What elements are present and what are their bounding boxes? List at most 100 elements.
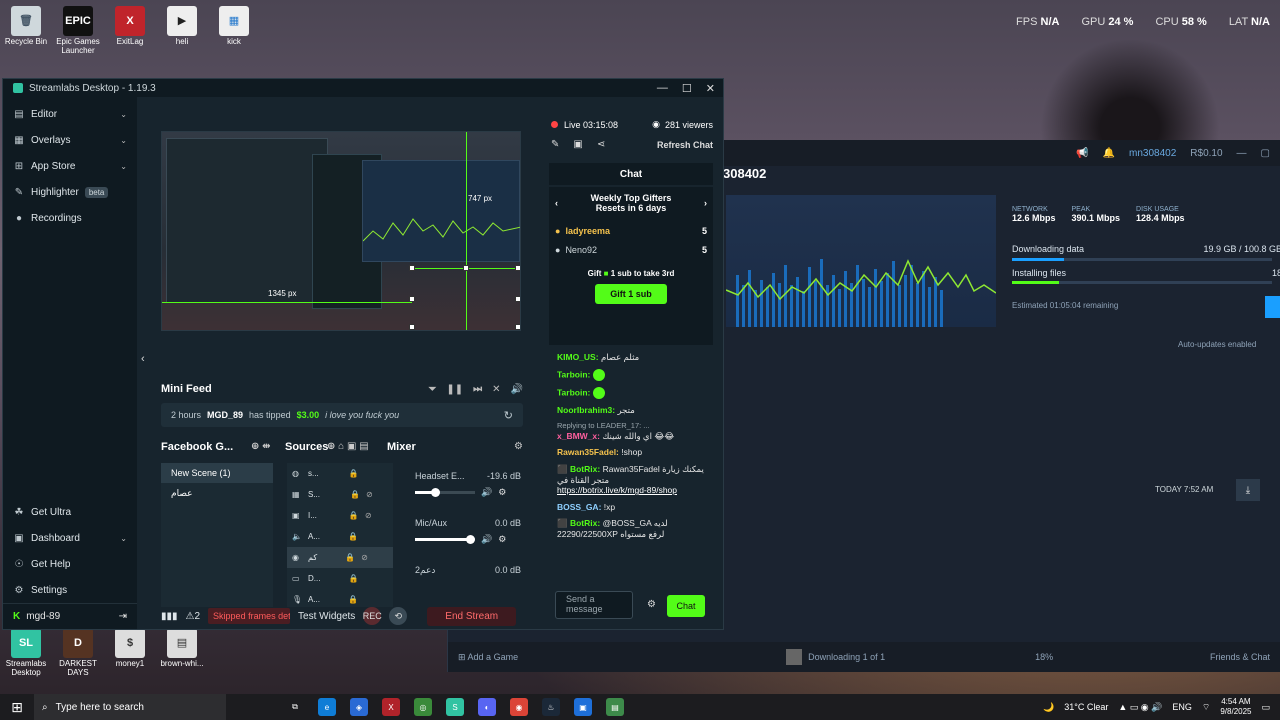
scene-item[interactable]: New Scene (1) <box>161 463 273 483</box>
chrome-icon[interactable]: ◉ <box>510 698 528 716</box>
record-button[interactable]: REC <box>363 607 382 625</box>
chevron-left-icon[interactable]: ‹ <box>555 198 558 208</box>
exitlag-icon[interactable]: X ExitLag <box>104 6 156 56</box>
bell-icon[interactable]: 🔔 <box>1103 148 1115 159</box>
notification-icon[interactable]: ▭ <box>1261 702 1270 713</box>
share-icon[interactable]: ⋖ <box>597 139 605 150</box>
streamlabs-taskbar-icon[interactable]: S <box>446 698 464 716</box>
edge-icon[interactable]: e <box>318 698 336 716</box>
download-status[interactable]: Downloading 1 of 1 <box>786 649 885 665</box>
camera-icon[interactable]: ▣ <box>573 139 582 150</box>
visibility-off-icon[interactable]: ⊘ <box>366 490 373 499</box>
speaker-icon[interactable]: 🔊 <box>481 534 492 545</box>
app-icon[interactable]: ▤ <box>606 698 624 716</box>
sidebar-item-editor[interactable]: ▤ Editor ⌄ <box>3 101 137 127</box>
add-game-button[interactable]: ⊞ Add a Game <box>458 652 518 663</box>
account-row[interactable]: Kmgd-89 ⇥ <box>3 603 137 629</box>
sidebar-item-get-help[interactable]: ☉ Get Help <box>3 551 137 577</box>
tray-icons[interactable]: ▲ ▭ ◉ 🔊 <box>1118 702 1162 713</box>
sidebar-item-app-store[interactable]: ⊞ App Store ⌄ <box>3 153 137 179</box>
scene-item[interactable]: عصام <box>161 483 273 503</box>
shop-link[interactable]: https://botrix.live/k/mgd-89/shop <box>557 485 677 495</box>
sidebar-item-highlighter[interactable]: ✎ Highlighter beta <box>3 179 137 205</box>
source-row[interactable]: ▣ I... 🔒 ⊘ <box>287 505 393 526</box>
volume-icon[interactable]: 🔊 <box>511 384 523 395</box>
repeat-alert-icon[interactable]: ↻ <box>504 409 513 422</box>
pause-button[interactable] <box>1265 296 1280 318</box>
lock-icon[interactable]: 🔒 <box>349 469 359 478</box>
logout-icon[interactable]: ⇥ <box>119 611 127 622</box>
filter-icon[interactable]: ⏷ <box>428 384 436 395</box>
mute-alerts-icon[interactable]: ✕ <box>492 384 500 395</box>
visibility-off-icon[interactable]: ⊘ <box>361 553 368 562</box>
minimize-icon[interactable]: — <box>657 82 668 95</box>
volume-slider[interactable] <box>415 535 475 544</box>
source-row[interactable]: ▭ D... 🔒 <box>287 568 393 589</box>
epic-games-icon[interactable]: EPIC Epic Games Launcher <box>52 6 104 56</box>
gift-sub-button[interactable]: Gift 1 sub <box>595 284 667 304</box>
lock-icon[interactable]: 🔒 <box>348 574 358 583</box>
money1-icon[interactable]: $ money1 <box>104 628 156 678</box>
weather[interactable]: 31°C Clear <box>1064 702 1108 712</box>
edit-icon[interactable]: ✎ <box>551 139 559 150</box>
friends-chat-button[interactable]: Friends & Chat <box>1210 652 1270 662</box>
taskbar-search[interactable]: ⌕ Type here to search <box>34 694 226 720</box>
feed-item[interactable]: 2 hours MGD_89 has tipped $3.00 i love y… <box>161 403 523 427</box>
discord-icon[interactable]: ◐ <box>478 698 496 716</box>
pause-icon[interactable]: ❚❚ <box>446 384 463 395</box>
source-row[interactable]: 🔈 A... 🔒 <box>287 526 393 547</box>
darkest-days-icon[interactable]: D DARKEST DAYS <box>52 628 104 678</box>
mixer-gear-icon[interactable]: ⚙ <box>514 441 523 453</box>
refresh-chat-button[interactable]: Refresh Chat <box>657 140 713 150</box>
lock-icon[interactable]: 🔒 <box>349 511 359 520</box>
exitlag-taskbar-icon[interactable]: X <box>382 698 400 716</box>
source-row[interactable]: ▦ S... 🔒 ⊘ <box>287 484 393 505</box>
brown-white-icon[interactable]: ▤ brown-whi... <box>156 628 208 678</box>
gear-icon[interactable]: ⚙ <box>498 487 506 498</box>
visibility-off-icon[interactable]: ⊘ <box>365 511 372 520</box>
lock-icon[interactable]: 🔒 <box>345 553 355 562</box>
windows-start-icon[interactable]: ⊞ <box>0 699 34 716</box>
add-scene-icon[interactable]: ⊕ ⇹ <box>251 441 285 453</box>
steam-icon[interactable]: ♨ <box>542 698 560 716</box>
speaker-icon[interactable]: 🔊 <box>481 487 492 498</box>
copilot-icon[interactable]: ◈ <box>350 698 368 716</box>
stream-preview[interactable]: 747 px 1345 px <box>161 131 521 331</box>
alerts-icon[interactable]: ⚠2 <box>186 611 201 622</box>
stats-icon[interactable]: ▮▮▮ <box>161 611 178 622</box>
chevron-right-icon[interactable]: › <box>704 198 707 208</box>
source-row[interactable]: ◍ s... 🔒 <box>287 463 393 484</box>
xbox-icon[interactable]: ◎ <box>414 698 432 716</box>
chat-settings-icon[interactable]: ⚙ <box>647 599 656 610</box>
megaphone-icon[interactable]: 📢 <box>1076 148 1088 159</box>
scene-collection-title[interactable]: Facebook G... <box>161 441 251 453</box>
kick-icon[interactable]: ▦ kick <box>208 6 260 56</box>
task-view-icon[interactable]: ⧉ <box>286 698 304 716</box>
sidebar-item-get-ultra[interactable]: ☘ Get Ultra <box>3 499 137 525</box>
sidebar-item-overlays[interactable]: ▦ Overlays ⌄ <box>3 127 137 153</box>
source-row[interactable]: ◉ كم 🔒 ⊘ <box>287 547 393 568</box>
chat-send-button[interactable]: Chat <box>667 595 705 617</box>
maximize-icon[interactable]: ▢ <box>1261 148 1270 159</box>
gear-icon[interactable]: ⚙ <box>498 534 506 545</box>
sidebar-item-settings[interactable]: ⚙ Settings <box>3 577 137 603</box>
skipped-frames-warning[interactable]: Skipped frames det <box>208 608 291 624</box>
steam-user[interactable]: mn308402 <box>1129 148 1176 159</box>
minimize-icon[interactable]: — <box>1237 148 1247 159</box>
volume-slider[interactable] <box>415 488 475 497</box>
lock-icon[interactable]: 🔒 <box>350 490 360 499</box>
maximize-icon[interactable]: ☐ <box>682 82 692 95</box>
chevron-left-icon[interactable]: ‹ <box>141 353 145 365</box>
end-stream-button[interactable]: End Stream <box>427 606 517 626</box>
clock[interactable]: 4:54 AM 9/8/2025 <box>1220 697 1251 716</box>
wifi-icon[interactable]: ⌔ <box>1202 702 1210 713</box>
sidebar-item-dashboard[interactable]: ▣ Dashboard ⌄ <box>3 525 137 551</box>
chat-input[interactable]: Send a message <box>555 591 633 619</box>
download-icon[interactable]: ⤓ <box>1236 479 1260 501</box>
streamlabs-desktop-icon[interactable]: SL Streamlabs Desktop <box>0 628 52 678</box>
lock-icon[interactable]: 🔒 <box>348 532 358 541</box>
language[interactable]: ENG <box>1172 702 1192 712</box>
replay-buffer-icon[interactable]: ⟲ <box>389 607 408 625</box>
add-source-icon[interactable]: ⊕ ⌂ ▣ ▤ <box>327 441 387 453</box>
heli-icon[interactable]: ▶ heli <box>156 6 208 56</box>
